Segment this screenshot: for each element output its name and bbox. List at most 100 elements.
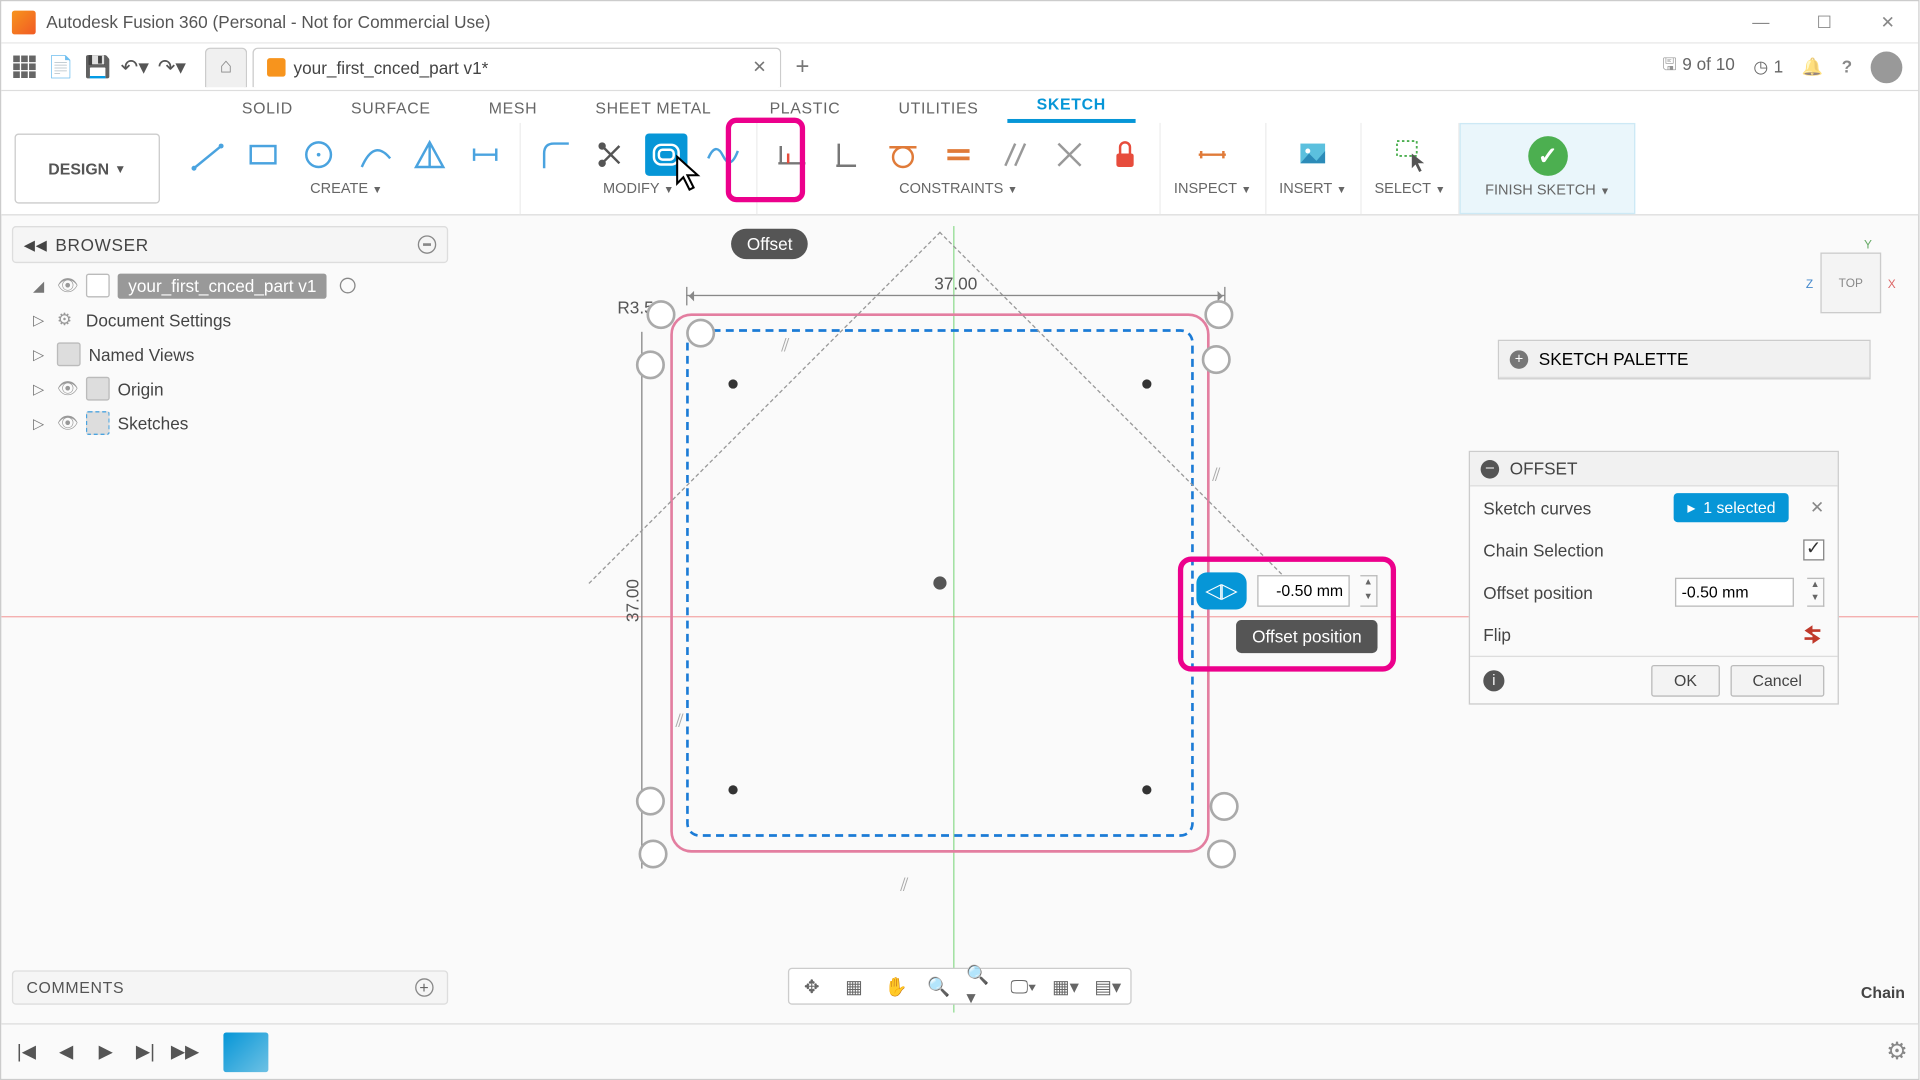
line-tool-icon[interactable] <box>186 134 228 176</box>
save-count[interactable]: 9 of 10 <box>1662 52 1735 81</box>
timeline-play-button[interactable]: ▶ <box>91 1037 120 1066</box>
circle-tool-icon[interactable] <box>297 134 339 176</box>
expand-icon[interactable]: + <box>1510 350 1529 369</box>
sketch-palette-header[interactable]: + SKETCH PALETTE <box>1499 341 1869 378</box>
timeline: |◀ ◀ ▶ ▶| ▶▶ ⚙ <box>1 1023 1918 1079</box>
offset-position-label: Offset position <box>1483 582 1661 602</box>
browser-item-origin[interactable]: ▷👁 Origin <box>12 371 448 405</box>
slot-tool-icon[interactable] <box>464 134 506 176</box>
group-finish-sketch[interactable]: ✓ FINISH SKETCH▼ <box>1460 123 1635 214</box>
user-avatar[interactable] <box>1871 51 1903 83</box>
save-button[interactable]: 💾 <box>83 52 112 81</box>
rectangle-tool-icon[interactable] <box>242 134 284 176</box>
app-grid-icon[interactable] <box>9 52 38 81</box>
zoom-window-icon[interactable]: 🔍▾ <box>966 972 995 1001</box>
parallel-constraint-icon[interactable] <box>993 134 1035 176</box>
collapse-icon[interactable]: – <box>1481 459 1500 478</box>
insert-image-icon[interactable] <box>1292 134 1334 176</box>
notifications-icon[interactable] <box>1802 56 1823 77</box>
vertical-constraint-icon[interactable] <box>826 134 868 176</box>
tab-plastic[interactable]: PLASTIC <box>740 94 869 123</box>
new-tab-button[interactable]: + <box>787 51 819 83</box>
measure-tool-icon[interactable] <box>1192 134 1234 176</box>
new-file-button[interactable]: 📄 <box>46 52 75 81</box>
undo-button[interactable]: ↶▾ <box>120 52 149 81</box>
spline-tool-icon[interactable] <box>701 134 743 176</box>
arc-tool-icon[interactable] <box>353 134 395 176</box>
cancel-button[interactable]: Cancel <box>1730 664 1824 696</box>
timeline-settings-icon[interactable]: ⚙ <box>1886 1038 1907 1066</box>
offset-position-field[interactable] <box>1675 578 1794 607</box>
coincident-constraint-icon[interactable] <box>1048 134 1090 176</box>
tab-sketch[interactable]: SKETCH <box>1008 90 1135 123</box>
viewport-layout-icon[interactable]: ▤▾ <box>1093 972 1122 1001</box>
timeline-next-button[interactable]: ▶| <box>131 1037 160 1066</box>
timeline-prev-button[interactable]: ◀ <box>52 1037 81 1066</box>
workspace-switcher[interactable]: DESIGN▼ <box>15 134 160 204</box>
tangent-constraint-icon[interactable] <box>882 134 924 176</box>
finish-sketch-icon: ✓ <box>1528 136 1568 176</box>
polygon-tool-icon[interactable] <box>408 134 450 176</box>
display-settings-icon[interactable]: 🖵▾ <box>1009 972 1038 1001</box>
flip-button[interactable] <box>1801 623 1825 647</box>
job-count[interactable]: 1 <box>1753 56 1783 77</box>
browser-item-sketches[interactable]: ▷👁 Sketches <box>12 406 448 440</box>
timeline-sketch-feature[interactable] <box>223 1032 268 1072</box>
chain-selection-checkbox[interactable] <box>1803 539 1824 560</box>
sketch-palette-panel: + SKETCH PALETTE <box>1498 340 1871 380</box>
orbit-icon[interactable]: ✥ <box>797 972 826 1001</box>
document-tab[interactable]: your_first_cnced_part v1* ✕ <box>253 47 782 87</box>
offset-dialog-header[interactable]: – OFFSET <box>1470 452 1838 486</box>
maximize-button[interactable]: ☐ <box>1805 11 1845 32</box>
add-comment-button[interactable]: + <box>415 978 434 997</box>
timeline-start-button[interactable]: |◀ <box>12 1037 41 1066</box>
zoom-icon[interactable]: 🔍 <box>924 972 953 1001</box>
axis-y-icon: Y <box>1864 238 1872 251</box>
browser-root[interactable]: ◢👁 your_first_cnced_part v1 <box>12 268 448 302</box>
fix-constraint-icon[interactable] <box>1104 134 1146 176</box>
timeline-end-button[interactable]: ▶▶ <box>171 1037 200 1066</box>
look-at-icon[interactable]: ▦ <box>839 972 868 1001</box>
tab-sheet-metal[interactable]: SHEET METAL <box>566 94 740 123</box>
view-cube[interactable]: TOP Y X Z <box>1820 253 1881 314</box>
collapse-icon[interactable] <box>418 235 437 254</box>
tab-utilities[interactable]: UTILITIES <box>869 94 1007 123</box>
minimize-button[interactable]: — <box>1741 11 1781 32</box>
tab-surface[interactable]: SURFACE <box>322 94 460 123</box>
clear-selection-button[interactable]: ✕ <box>1810 497 1824 518</box>
offset-spinner[interactable]: ▲▼ <box>1360 575 1377 607</box>
ribbon-toolbar: DESIGN▼ CREATE▼ MODIFY▼ <box>1 123 1918 216</box>
ok-button[interactable]: OK <box>1652 664 1720 696</box>
equal-constraint-icon[interactable] <box>937 134 979 176</box>
browser-header[interactable]: ◀◀ BROWSER <box>12 226 448 263</box>
offset-tool-icon[interactable] <box>645 134 687 176</box>
offset-direction-icon[interactable]: ◁▷ <box>1196 572 1246 609</box>
browser-item-named-views[interactable]: ▷ Named Views <box>12 337 448 371</box>
group-inspect-label: INSPECT <box>1174 181 1237 197</box>
selection-pill[interactable]: ▸ 1 selected <box>1674 493 1789 522</box>
grid-settings-icon[interactable]: ▦▾ <box>1051 972 1080 1001</box>
comments-panel[interactable]: COMMENTS + <box>12 970 448 1004</box>
fillet-tool-icon[interactable] <box>534 134 576 176</box>
group-modify: MODIFY▼ <box>521 123 758 214</box>
horizontal-constraint-icon[interactable] <box>771 134 813 176</box>
axis-z-icon: Z <box>1806 278 1813 291</box>
close-tab-button[interactable]: ✕ <box>752 57 766 78</box>
tab-mesh[interactable]: MESH <box>460 94 567 123</box>
tab-solid[interactable]: SOLID <box>213 94 322 123</box>
info-icon[interactable]: i <box>1483 670 1504 691</box>
offset-value-field[interactable] <box>1257 575 1350 607</box>
ribbon-tabs: SOLID SURFACE MESH SHEET METAL PLASTIC U… <box>1 91 1918 123</box>
redo-button[interactable]: ↷▾ <box>157 52 186 81</box>
pan-icon[interactable]: ✋ <box>882 972 911 1001</box>
select-tool-icon[interactable] <box>1389 134 1431 176</box>
home-tab[interactable]: ⌂ <box>205 47 247 87</box>
finish-sketch-label: FINISH SKETCH <box>1485 182 1596 198</box>
axis-x-icon: X <box>1888 278 1896 291</box>
help-icon[interactable] <box>1842 57 1853 77</box>
group-modify-label: MODIFY <box>603 181 660 197</box>
close-button[interactable]: ✕ <box>1868 11 1908 32</box>
browser-item-document-settings[interactable]: ▷⚙ Document Settings <box>12 303 448 337</box>
offset-position-spinner[interactable]: ▲▼ <box>1807 578 1824 607</box>
trim-tool-icon[interactable] <box>590 134 632 176</box>
